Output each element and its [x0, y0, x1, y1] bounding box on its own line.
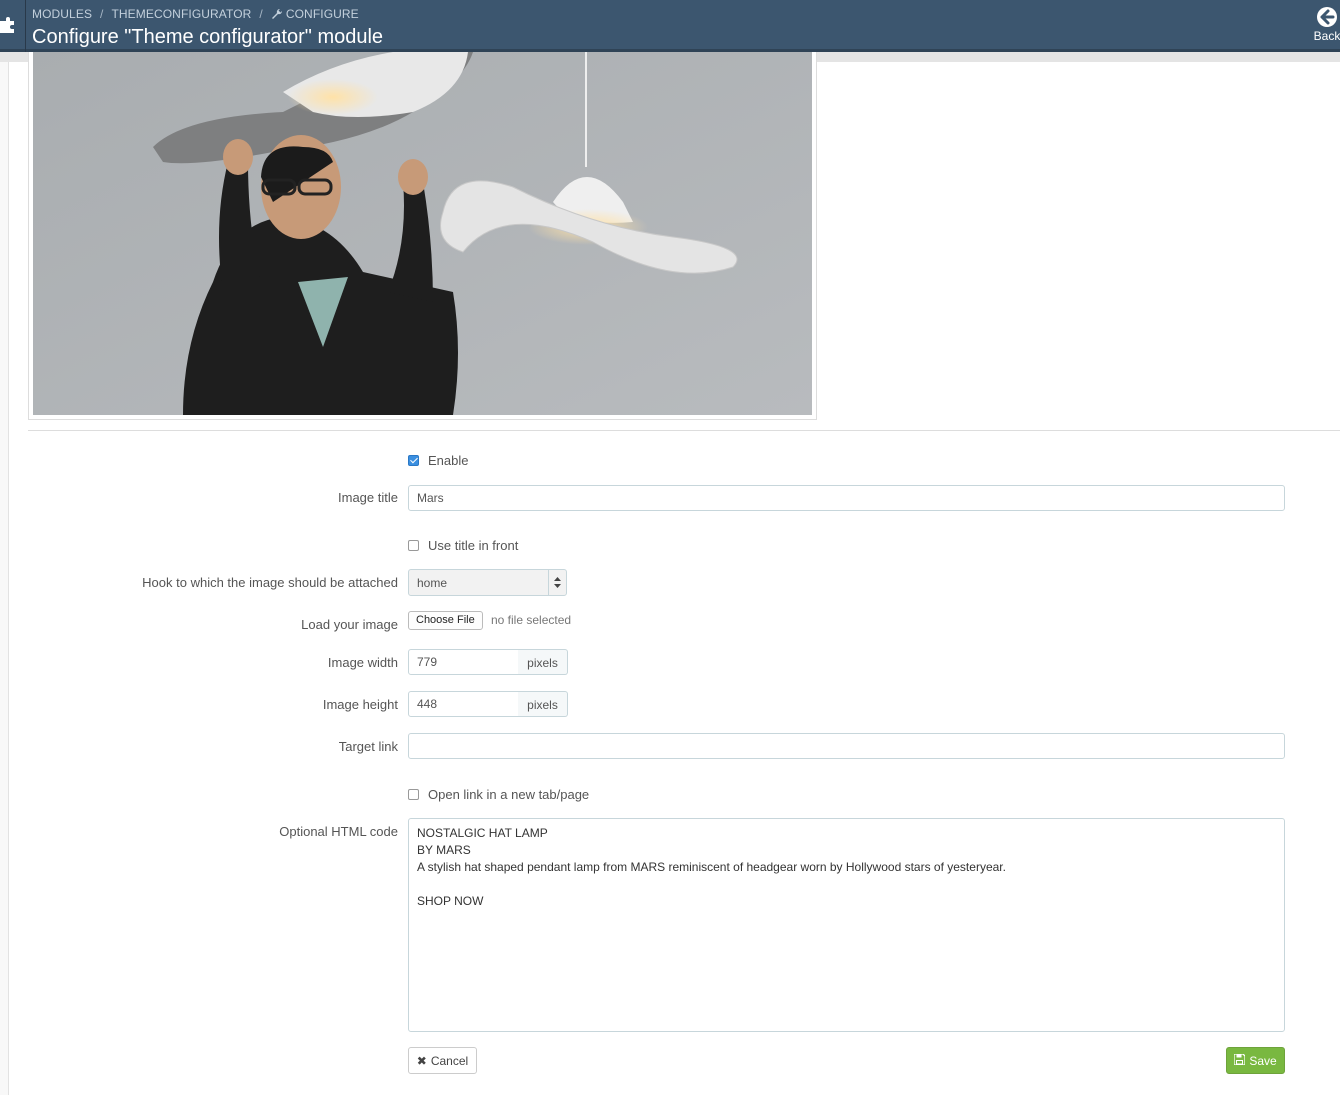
hook-select[interactable]: home — [408, 569, 567, 596]
page-title: Configure "Theme configurator" module — [32, 26, 384, 48]
new-tab-checkbox[interactable] — [408, 789, 419, 800]
select-arrows-icon — [548, 570, 566, 595]
back-arrow-icon — [1317, 7, 1337, 27]
html-line — [417, 876, 1276, 893]
choose-file-button[interactable]: Choose File — [408, 611, 483, 630]
puzzle-icon — [0, 17, 14, 33]
enable-checkbox[interactable] — [408, 455, 419, 466]
hook-selected-value: home — [417, 576, 448, 590]
hook-label: Hook to which the image should be attach… — [142, 575, 398, 590]
image-title-input[interactable]: Mars — [408, 485, 1285, 511]
image-title-label: Image title — [338, 490, 398, 505]
use-title-front-label: Use title in front — [428, 538, 519, 553]
html-code-textarea[interactable]: NOSTALGIC HAT LAMP BY MARS A stylish hat… — [408, 818, 1285, 1032]
new-tab-label: Open link in a new tab/page — [428, 787, 590, 802]
cancel-button[interactable]: ✖ Cancel — [408, 1047, 477, 1074]
close-icon: ✖ — [416, 1053, 427, 1068]
breadcrumb: MODULES / THEMECONFIGURATOR / CONFIGURE — [32, 7, 359, 23]
back-button[interactable]: Back — [1312, 6, 1340, 43]
enable-label: Enable — [428, 453, 469, 468]
breadcrumb-modules[interactable]: MODULES — [32, 7, 92, 21]
image-preview — [33, 52, 812, 415]
image-width-unit: pixels — [518, 649, 568, 675]
load-image-label: Load your image — [301, 617, 398, 632]
html-line: NOSTALGIC HAT LAMP — [417, 826, 548, 840]
image-height-unit: pixels — [518, 691, 568, 717]
section-divider — [28, 430, 1340, 431]
image-height-label: Image height — [322, 697, 398, 712]
use-title-front-checkbox[interactable] — [408, 540, 419, 551]
html-line: BY MARS — [417, 843, 471, 857]
sidebar-toggle[interactable] — [0, 0, 26, 52]
file-status-text: no file selected — [491, 613, 572, 627]
target-link-label: Target link — [338, 739, 398, 754]
wrench-icon — [271, 8, 283, 23]
breadcrumb-themeconfigurator[interactable]: THEMECONFIGURATOR — [111, 7, 251, 21]
image-width-input[interactable]: 779 — [408, 649, 519, 675]
image-width-label: Image width — [327, 655, 398, 670]
save-label: Save — [1249, 1053, 1277, 1068]
use-title-front-row[interactable]: Use title in front — [408, 538, 518, 553]
image-height-input[interactable]: 448 — [408, 691, 519, 717]
floppy-disk-icon — [1233, 1052, 1246, 1068]
save-button[interactable]: Save — [1226, 1047, 1285, 1074]
cancel-label: Cancel — [430, 1053, 469, 1068]
target-link-input[interactable] — [408, 733, 1285, 759]
back-label: Back — [1313, 29, 1340, 43]
html-line: A stylish hat shaped pendant lamp from M… — [417, 860, 1006, 874]
html-line: SHOP NOW — [417, 894, 484, 908]
breadcrumb-configure: CONFIGURE — [285, 7, 359, 21]
top-header: MODULES / THEMECONFIGURATOR / CONFIGURE Conf… — [0, 0, 1340, 52]
html-code-label: Optional HTML code — [279, 824, 398, 839]
enable-row[interactable]: Enable — [408, 453, 468, 468]
image-preview-frame — [28, 52, 817, 420]
new-tab-row[interactable]: Open link in a new tab/page — [408, 787, 589, 802]
